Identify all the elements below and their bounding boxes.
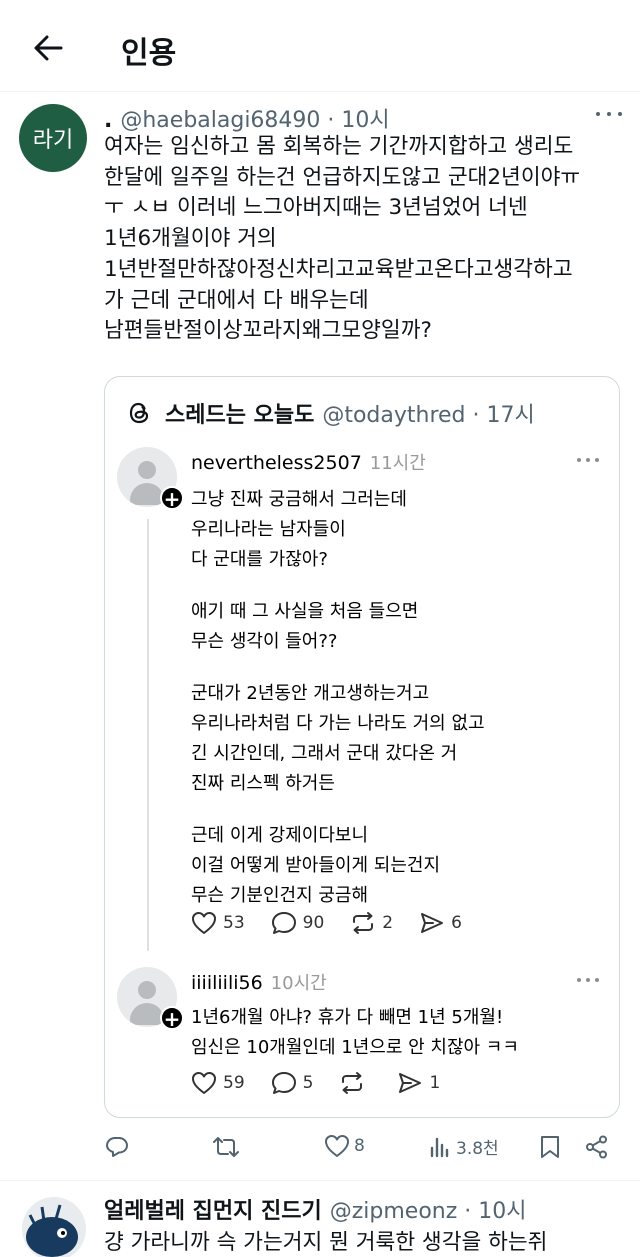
reply-icon — [106, 1137, 128, 1157]
heart-icon — [325, 1135, 349, 1157]
thread-reply-button[interactable]: 90 — [271, 911, 325, 935]
quoted-handle-time: @todaythred · 17시 — [322, 403, 535, 428]
views-chart-icon — [430, 1137, 449, 1157]
quoted-display-name[interactable]: 스레드는 오늘도 — [165, 397, 314, 429]
thread-more-button[interactable] — [577, 975, 599, 985]
share-button[interactable] — [584, 1134, 614, 1160]
post-text: 걍 가라니까 슥 가는거지 뭔 거룩한 생각을 하는쥐 — [104, 1230, 548, 1255]
thread-username[interactable]: iiiiliili56 — [191, 972, 263, 994]
avatar[interactable]: 라기 — [19, 104, 87, 172]
retweet-icon — [213, 1137, 239, 1157]
default-avatar-body — [130, 483, 164, 505]
thread-like-button[interactable]: 53 — [191, 911, 245, 935]
thread-time: 11시간 — [369, 453, 426, 474]
repost-icon — [342, 1072, 363, 1094]
send-icon — [421, 913, 444, 933]
thread-repost-button[interactable]: 2 — [350, 911, 393, 935]
post-author-line: . @haebalagi68490 · 10시 — [104, 102, 390, 134]
arrow-left-icon — [34, 35, 63, 61]
thread-actions: 53 90 2 6 — [191, 911, 488, 935]
more-dot-icon — [595, 978, 599, 982]
thread-paragraph: 군대가 2년동안 개고생하는거고 우리나라처럼 다 가는 나라도 거의 없고 긴… — [191, 683, 485, 794]
bookmark-icon — [541, 1136, 559, 1158]
repost-count: 2 — [382, 913, 394, 933]
thread-like-button[interactable]: 59 — [191, 1071, 245, 1095]
thread-username-line: iiiiliili56 10시간 — [191, 969, 327, 995]
reply-count: 5 — [302, 1073, 314, 1093]
send-icon — [399, 1073, 422, 1093]
reply-count: 90 — [302, 913, 325, 933]
reply-button[interactable] — [104, 1134, 134, 1160]
thread-reply-button[interactable]: 5 — [271, 1071, 314, 1095]
post-text: 여자는 임신하고 몸 회복하는 기간까지합하고 생리도 한달에 일주일 하는건 … — [104, 134, 581, 344]
thread-actions: 59 5 1 — [191, 1071, 466, 1095]
next-post-author-line: 얼레벌레 집먼지 진드기 @zipmeonz · 10시 — [104, 1193, 527, 1225]
quoted-author-line: 스레드는 오늘도 @todaythred · 17시 — [125, 397, 535, 429]
author-handle-time: @haebalagi68490 · 10시 — [120, 108, 390, 133]
more-dot-icon — [577, 458, 581, 462]
avatar[interactable] — [22, 1197, 86, 1257]
thread-more-button[interactable] — [577, 455, 599, 465]
thread-connector-line — [147, 519, 149, 951]
page-title: 인용 — [121, 36, 177, 71]
thread-paragraph: 근데 이게 강제이다보니 이걸 어떻게 받아들이게 되는건지 무슨 기분인건지 … — [191, 825, 441, 906]
share-count: 1 — [429, 1073, 441, 1093]
heart-icon — [192, 1072, 216, 1094]
default-avatar-icon — [138, 461, 156, 479]
thread-time: 10시간 — [270, 973, 327, 994]
like-count: 8 — [354, 1136, 365, 1156]
more-dot-icon — [577, 978, 581, 982]
more-dot-icon — [595, 458, 599, 462]
follow-plus-icon[interactable]: + — [160, 486, 184, 510]
author-display-name[interactable]: 얼레벌레 집먼지 진드기 — [104, 1199, 322, 1224]
thread-username-line: nevertheless2507 11시간 — [191, 449, 426, 475]
thread-paragraph: 그냥 진짜 궁금해서 그러는데 우리나라는 남자들이 다 군대를 가잖아? — [191, 489, 407, 570]
like-count: 59 — [223, 1073, 245, 1093]
avatar-illustration-icon — [26, 1204, 78, 1257]
comment-icon — [271, 912, 296, 934]
thread-share-button[interactable]: 6 — [419, 911, 462, 935]
more-dot-icon — [586, 978, 590, 982]
heart-icon — [192, 912, 216, 934]
like-count: 53 — [223, 913, 245, 933]
like-button[interactable]: 8 — [324, 1134, 365, 1158]
author-display-name[interactable]: . — [104, 108, 112, 133]
repost-icon — [353, 912, 374, 934]
thread-text: 그냥 진짜 궁금해서 그러는데 우리나라는 남자들이 다 군대를 가잖아? 애기… — [191, 485, 611, 933]
thread-share-button[interactable]: 1 — [397, 1071, 440, 1095]
more-dot-icon — [596, 112, 600, 116]
thread-username[interactable]: nevertheless2507 — [191, 452, 362, 474]
bookmark-button[interactable] — [538, 1134, 566, 1160]
view-count: 3.8천 — [456, 1139, 499, 1159]
author-handle-time: @zipmeonz · 10시 — [329, 1199, 527, 1224]
next-post[interactable]: 얼레벌레 집먼지 진드기 @zipmeonz · 10시 걍 가라니까 슥 가는거… — [0, 1181, 640, 1257]
thread-paragraph: 애기 때 그 사실을 처음 들으면 무슨 생각이 들어?? — [191, 601, 419, 652]
more-dot-icon — [618, 112, 622, 116]
retweet-button[interactable] — [212, 1134, 244, 1160]
follow-plus-icon[interactable]: + — [160, 1006, 184, 1030]
quoted-post-card[interactable]: 스레드는 오늘도 @todaythred · 17시 + nevertheless… — [104, 376, 620, 1118]
more-dot-icon — [586, 458, 590, 462]
default-avatar-icon — [138, 981, 156, 999]
threads-logo-icon — [129, 402, 149, 424]
share-icon — [586, 1135, 607, 1159]
views-button[interactable]: 3.8천 — [428, 1134, 499, 1159]
thread-paragraph: 1년6개월 아냐? 휴가 다 빼면 1년 5개월! 임신은 10개월인데 1년으… — [191, 1007, 519, 1058]
comment-icon — [271, 1072, 296, 1094]
more-dot-icon — [607, 112, 611, 116]
top-bar: 인용 — [0, 0, 640, 92]
share-count: 6 — [451, 913, 462, 933]
thread-repost-button[interactable] — [339, 1071, 371, 1095]
back-button[interactable] — [28, 30, 68, 66]
more-options-button[interactable] — [596, 104, 622, 124]
post-action-bar: 8 3.8천 — [104, 1134, 624, 1166]
default-avatar-body — [130, 1003, 164, 1025]
